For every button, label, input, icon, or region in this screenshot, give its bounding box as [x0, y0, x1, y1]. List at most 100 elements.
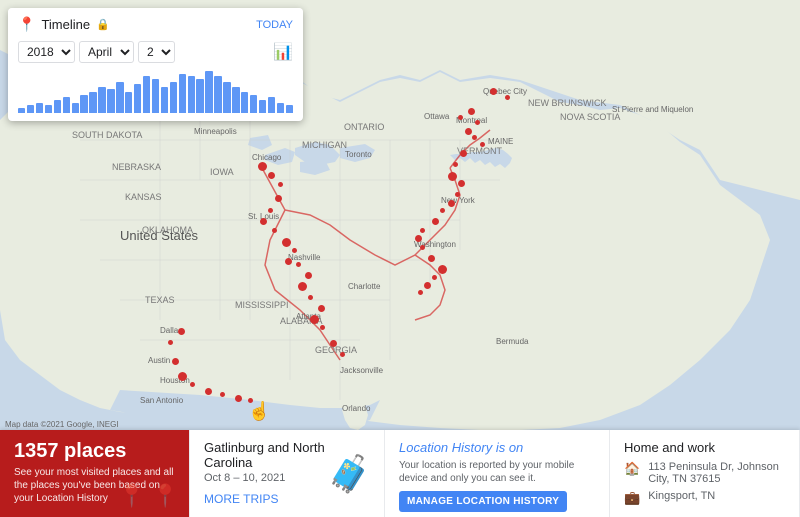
bar-0[interactable] [18, 108, 25, 113]
map-label-charlotte: Charlotte [348, 282, 380, 291]
bar-26[interactable] [250, 95, 257, 113]
bar-8[interactable] [89, 92, 96, 113]
location-dot [308, 295, 313, 300]
location-dot [248, 398, 253, 403]
bar-2[interactable] [36, 103, 43, 114]
bar-21[interactable] [205, 71, 212, 113]
home-item-work: 💼 Kingsport, TN [624, 490, 785, 506]
map-label-sanantonio: San Antonio [140, 396, 183, 405]
bar-29[interactable] [277, 103, 284, 114]
home-work-title: Home and work [624, 440, 785, 455]
location-dot [418, 290, 423, 295]
place-icon-1: 📍 [118, 483, 145, 509]
card-trips[interactable]: Gatlinburg and North Carolina Oct 8 – 10… [190, 430, 385, 517]
loc-title-rest: on [505, 440, 523, 455]
loc-title-highlight: is [496, 440, 505, 455]
map-label-jacksonville: Jacksonville [340, 366, 383, 375]
places-icons: 📍 📍 [118, 483, 179, 509]
more-trips-button[interactable]: MORE TRIPS [204, 492, 278, 506]
location-dot [465, 128, 472, 135]
location-dot [296, 262, 301, 267]
bottom-cards: 1357 places See your most visited places… [0, 430, 800, 517]
location-dot [432, 275, 437, 280]
map-label-south-dakota: SOUTH DAKOTA [72, 130, 142, 140]
location-dot [475, 120, 480, 125]
location-dot [178, 372, 187, 381]
bar-14[interactable] [143, 76, 150, 113]
manage-location-history-button[interactable]: MANAGE LOCATION HISTORY [399, 491, 567, 512]
chart-icon[interactable]: 📊 [273, 42, 293, 62]
location-dot [420, 228, 425, 233]
bar-12[interactable] [125, 92, 132, 113]
bar-7[interactable] [80, 95, 87, 113]
location-dot [448, 200, 455, 207]
location-dot [235, 395, 242, 402]
bar-28[interactable] [268, 97, 275, 113]
bar-6[interactable] [72, 103, 79, 114]
work-address: Kingsport, TN [648, 490, 715, 502]
bar-22[interactable] [214, 76, 221, 113]
bar-10[interactable] [107, 89, 114, 113]
bar-9[interactable] [98, 87, 105, 113]
bar-27[interactable] [259, 100, 266, 113]
map-label-maine: MAINE [488, 137, 513, 146]
map-label-toronto: Toronto [345, 150, 372, 159]
timeline-header: 📍 Timeline 🔒 TODAY [8, 8, 303, 37]
lock-icon[interactable]: 🔒 [96, 18, 110, 31]
map-label-iowa: IOWA [210, 167, 234, 177]
bar-24[interactable] [232, 87, 239, 113]
month-select[interactable]: April [79, 41, 134, 63]
bar-5[interactable] [63, 97, 70, 113]
location-dot [458, 115, 463, 120]
location-dot [298, 282, 307, 291]
location-history-desc: Your location is reported by your mobile… [399, 459, 595, 485]
bar-11[interactable] [116, 82, 123, 114]
bar-15[interactable] [152, 79, 159, 113]
places-count: 1357 places [14, 440, 175, 463]
location-dot [272, 228, 277, 233]
map-label-chicago: Chicago [252, 153, 281, 162]
bar-3[interactable] [45, 105, 52, 113]
location-dot [460, 150, 467, 157]
map-label-georgia: GEORGIA [315, 345, 357, 355]
date-controls: 2018 April 2 📊 [8, 37, 303, 69]
bar-1[interactable] [27, 105, 34, 113]
bar-17[interactable] [170, 82, 177, 114]
map-label-austin: Austin [148, 356, 170, 365]
bar-30[interactable] [286, 105, 293, 113]
map-label-stpierre: St Pierre and Miquelon [612, 105, 693, 114]
location-dot [292, 248, 297, 253]
bar-23[interactable] [223, 82, 230, 114]
trip-suitcase-icon: 🧳 [327, 453, 372, 495]
home-icon: 🏠 [624, 461, 640, 477]
location-dot [172, 358, 179, 365]
bar-13[interactable] [134, 84, 141, 113]
location-dot [340, 352, 345, 357]
timeline-panel: 📍 Timeline 🔒 TODAY 2018 April 2 📊 [8, 8, 303, 121]
location-dot [285, 258, 292, 265]
bar-20[interactable] [196, 79, 203, 113]
location-dot [428, 255, 435, 262]
card-places[interactable]: 1357 places See your most visited places… [0, 430, 190, 517]
bar-4[interactable] [54, 100, 61, 113]
map-label-orlando: Orlando [342, 404, 370, 413]
today-button[interactable]: TODAY [256, 19, 293, 31]
bar-18[interactable] [179, 74, 186, 113]
bar-19[interactable] [188, 76, 195, 113]
location-dot [458, 180, 465, 187]
work-icon: 💼 [624, 490, 640, 506]
map-label-nebraska: NEBRASKA [112, 162, 161, 172]
location-dot [330, 340, 337, 347]
location-dot [480, 142, 485, 147]
bar-25[interactable] [241, 92, 248, 113]
map-label-ontario: ONTARIO [344, 122, 384, 132]
bar-16[interactable] [161, 87, 168, 113]
location-dot [453, 162, 458, 167]
day-select[interactable]: 2 [138, 41, 175, 63]
year-select[interactable]: 2018 [18, 41, 75, 63]
place-icon-2: 📍 [152, 483, 179, 509]
map-label-kansas: KANSAS [125, 192, 162, 202]
location-dot [260, 218, 267, 225]
location-dot [440, 208, 445, 213]
location-dot [275, 195, 282, 202]
